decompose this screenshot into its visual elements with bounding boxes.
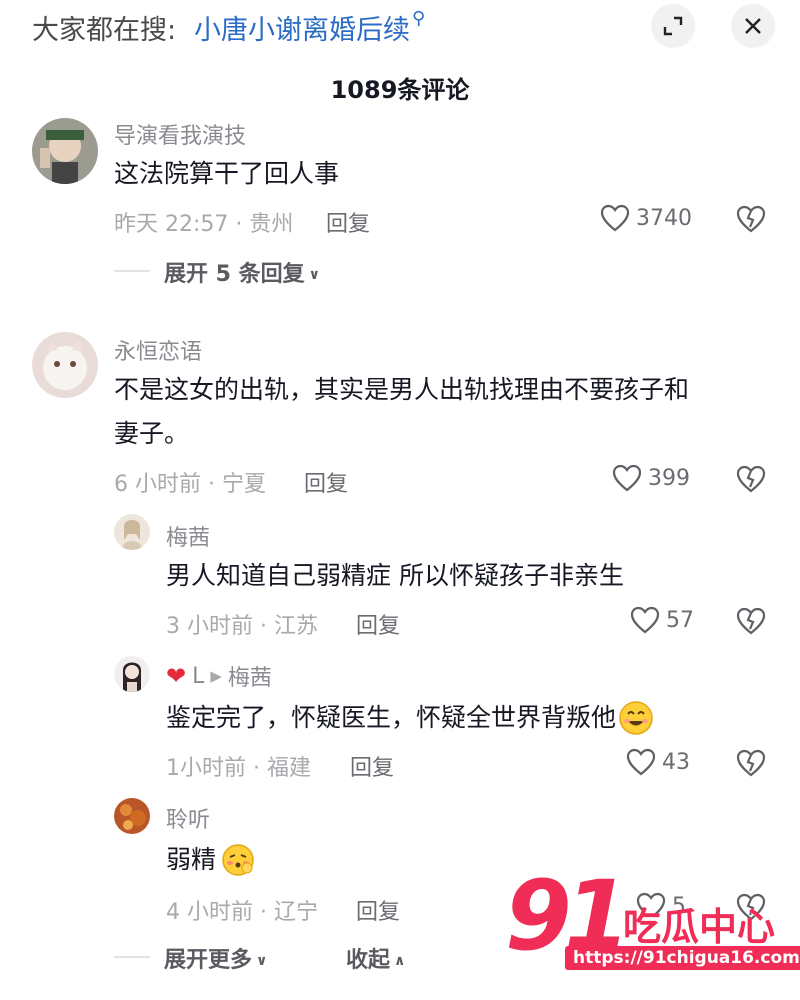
- watermark-url: https://91chigua16.com: [565, 946, 800, 970]
- search-prefix: 大家都在搜:: [32, 15, 177, 46]
- reply-button[interactable]: 回复: [356, 608, 400, 640]
- expand-more-label: 展开更多: [164, 948, 253, 973]
- reply-meta: 3 小时前 · 江苏: [166, 614, 318, 639]
- top-bar: 大家都在搜: 小唐小谢离婚后续 ⚲: [0, 0, 800, 56]
- like-button[interactable]: 3740: [600, 204, 692, 232]
- reply-text: 男人知道自己弱精症 所以怀疑孩子非亲生: [166, 561, 624, 590]
- broken-heart-icon: [736, 205, 766, 233]
- like-count: 399: [648, 465, 690, 491]
- reply-user-line: ❤ L ▶ 梅茜: [166, 660, 272, 692]
- dislike-button[interactable]: [736, 205, 766, 237]
- heart-icon: [600, 204, 630, 232]
- heart-icon: [626, 748, 656, 776]
- search-term-text: 小唐小谢离婚后续: [194, 15, 410, 46]
- reply-meta: 1小时前 · 福建: [166, 756, 311, 781]
- comment-count: 1089条评论: [330, 76, 470, 104]
- heart-icon: [612, 464, 642, 492]
- chevron-up-icon: ∧: [394, 953, 406, 969]
- expand-more-button[interactable]: 展开更多 ∨: [164, 942, 267, 974]
- expand-button[interactable]: [651, 4, 695, 48]
- collapse-label: 收起: [346, 948, 391, 973]
- comment-text: 这法院算干了回人事: [114, 159, 340, 188]
- like-count: 57: [666, 607, 694, 633]
- expand-replies-button[interactable]: 展开 5 条回复 ∨: [164, 256, 320, 288]
- search-suggestion-link[interactable]: 小唐小谢离婚后续 ⚲: [194, 8, 425, 47]
- reply-to-username[interactable]: 梅茜: [228, 660, 272, 692]
- reply-arrow-icon: ▶: [210, 667, 222, 685]
- like-button[interactable]: 57: [630, 606, 694, 634]
- avatar[interactable]: [114, 656, 150, 692]
- broken-heart-icon: [736, 607, 766, 635]
- like-button[interactable]: 43: [626, 748, 690, 776]
- comment-text-line-1: 不是这女的出轨，其实是男人出轨找理由不要孩子和: [114, 375, 690, 404]
- search-icon: ⚲: [412, 8, 426, 29]
- username[interactable]: 导演看我演技: [114, 118, 246, 150]
- broken-heart-icon: [736, 465, 766, 493]
- reply-text: 弱精: [166, 845, 217, 874]
- site-watermark: 91 吃瓜中心 https://91chigua16.com: [505, 860, 800, 980]
- avatar[interactable]: [114, 514, 150, 550]
- broken-heart-icon: [736, 749, 766, 777]
- chevron-down-icon: ∨: [256, 953, 268, 969]
- reply-button[interactable]: 回复: [304, 466, 348, 498]
- reply-text: 鉴定完了，怀疑医生，怀疑全世界背叛他: [166, 703, 617, 732]
- reply-text-row: 弱精: [166, 840, 256, 880]
- reply-text-row: 鉴定完了，怀疑医生，怀疑全世界背叛他: [166, 698, 654, 738]
- divider: [114, 956, 150, 958]
- like-button[interactable]: 399: [612, 464, 690, 492]
- expand-icon: [663, 16, 683, 36]
- dislike-button[interactable]: [736, 607, 766, 639]
- collapse-button[interactable]: 收起 ∧: [346, 942, 405, 974]
- like-count: 43: [662, 749, 690, 775]
- avatar[interactable]: [32, 332, 98, 398]
- watermark-title: 吃瓜中心: [623, 905, 776, 949]
- expand-replies-label: 展开 5 条回复: [164, 262, 305, 287]
- reply-meta: 4 小时前 · 辽宁: [166, 900, 318, 925]
- divider: [114, 270, 150, 272]
- username[interactable]: L: [192, 664, 204, 689]
- reply-button[interactable]: 回复: [350, 750, 394, 782]
- heart-icon: [630, 606, 660, 634]
- reply-button[interactable]: 回复: [326, 206, 370, 238]
- smile-emoji-icon: [619, 701, 653, 735]
- username[interactable]: 梅茜: [166, 520, 210, 552]
- avatar[interactable]: [32, 118, 98, 184]
- comment-text-line-2: 妻子。: [114, 419, 190, 448]
- comment-meta: 昨天 22:57 · 贵州: [114, 212, 294, 237]
- dislike-button[interactable]: [736, 749, 766, 781]
- close-button[interactable]: [731, 4, 775, 48]
- comment-meta: 6 小时前 · 宁夏: [114, 472, 266, 497]
- username[interactable]: 永恒恋语: [114, 334, 202, 366]
- username[interactable]: 聆听: [166, 802, 210, 834]
- avatar[interactable]: [114, 798, 150, 834]
- dislike-button[interactable]: [736, 465, 766, 497]
- reply-button[interactable]: 回复: [356, 894, 400, 926]
- shy-emoji-icon: [222, 844, 254, 876]
- red-heart-icon: ❤: [166, 662, 187, 690]
- like-count: 3740: [636, 205, 692, 231]
- close-icon: [745, 18, 761, 34]
- chevron-down-icon: ∨: [308, 267, 321, 283]
